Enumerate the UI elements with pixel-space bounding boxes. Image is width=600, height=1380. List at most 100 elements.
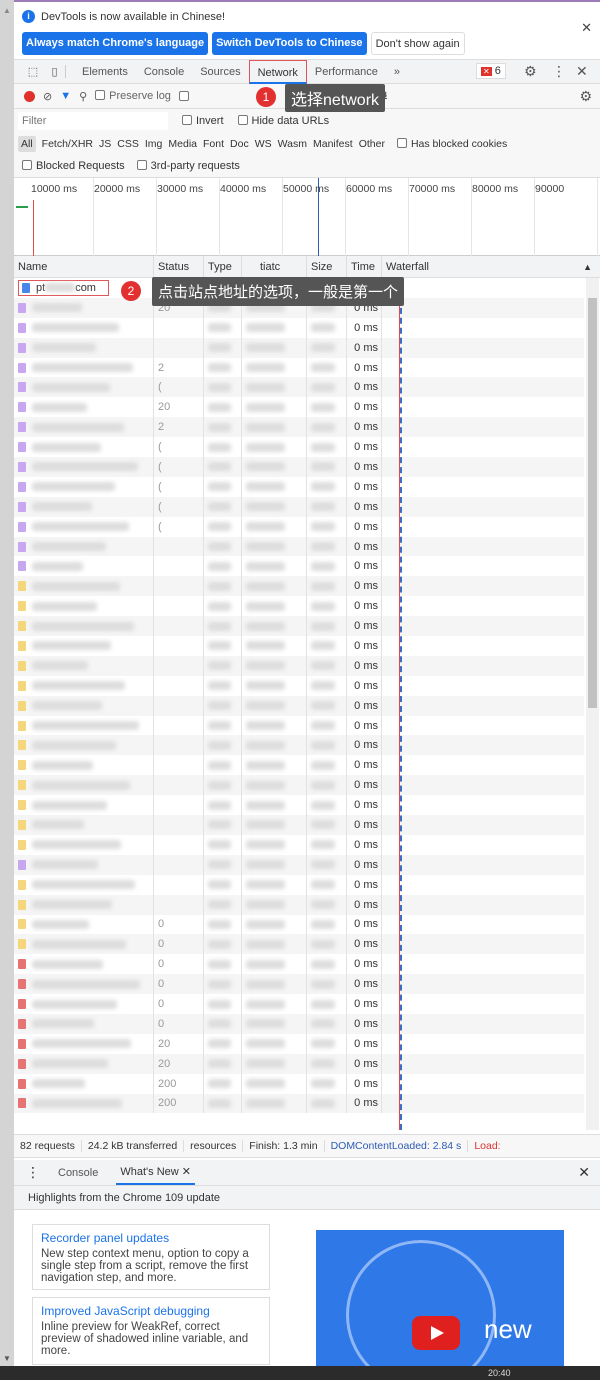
type-filter-ws[interactable]: WS (255, 138, 272, 150)
table-row[interactable]: 0 ms (14, 317, 584, 338)
table-row[interactable]: 0 0 ms (14, 974, 584, 995)
table-row[interactable]: (0 ms (14, 457, 584, 477)
type-filter-wasm[interactable]: Wasm (278, 138, 307, 150)
disable-cache-checkbox[interactable] (178, 91, 189, 101)
preserve-log-checkbox[interactable]: Preserve log (95, 90, 171, 102)
type-filter-css[interactable]: CSS (117, 138, 139, 150)
always-match-button[interactable]: Always match Chrome's language (22, 32, 209, 55)
dont-show-button[interactable]: Don't show again (370, 32, 465, 55)
table-row[interactable]: 20 0 ms (14, 397, 584, 418)
blocked-requests-checkbox[interactable]: Blocked Requests (22, 160, 125, 172)
table-row[interactable]: 20 0 ms (14, 1053, 584, 1074)
table-row[interactable]: 2 0 ms (14, 417, 584, 438)
sort-arrow-icon[interactable]: ▲ (583, 262, 592, 272)
tab-elements[interactable]: Elements (74, 60, 136, 84)
card-title[interactable]: Recorder panel updates (41, 1231, 261, 1245)
switch-chinese-button[interactable]: Switch DevTools to Chinese (212, 32, 367, 55)
drawer-tab-whats-new[interactable]: What's New ✕ (116, 1160, 195, 1185)
tab-console[interactable]: Console (136, 60, 192, 84)
drawer-tab-console[interactable]: Console (58, 1167, 98, 1179)
table-row[interactable]: 0 ms (14, 815, 584, 835)
network-settings-icon[interactable]: ⚙ (579, 88, 592, 105)
table-row[interactable]: 0 ms (14, 795, 584, 816)
type-filter-js[interactable]: JS (99, 138, 111, 150)
table-row[interactable]: (0 ms (14, 377, 584, 398)
col-time[interactable]: Time (347, 255, 382, 278)
close-devtools-icon[interactable]: ✕ (576, 63, 588, 80)
type-filter-font[interactable]: Font (203, 138, 224, 150)
col-size[interactable]: Size (307, 255, 347, 278)
table-row[interactable]: 0 ms (14, 536, 584, 557)
type-filter-doc[interactable]: Doc (230, 138, 249, 150)
table-row[interactable]: 200 0 ms (14, 1093, 584, 1114)
table-row[interactable]: 0 0 ms (14, 914, 584, 935)
table-row[interactable]: (0 ms (14, 437, 584, 458)
tab-performance[interactable]: Performance (307, 60, 386, 84)
type-filter-media[interactable]: Media (168, 138, 197, 150)
col-type[interactable]: Type (204, 255, 242, 278)
table-row[interactable]: 0 ms (14, 337, 584, 358)
type-filter-all[interactable]: All (18, 135, 36, 152)
table-row[interactable]: 0 ms (14, 775, 584, 796)
table-row[interactable]: 0 0 ms (14, 934, 584, 955)
third-party-checkbox[interactable]: 3rd-party requests (136, 160, 240, 172)
more-options-icon[interactable]: ⋮ (552, 63, 566, 80)
card-js-debugging[interactable]: Improved JavaScript debugging Inline pre… (32, 1297, 270, 1365)
hide-data-urls-checkbox[interactable]: Hide data URLs (237, 114, 329, 127)
col-name[interactable]: Name (14, 255, 154, 278)
error-badge[interactable]: ✕ 6 (476, 63, 506, 79)
scroll-up-icon[interactable]: ▲ (3, 6, 11, 15)
tab-sources[interactable]: Sources (192, 60, 248, 84)
device-toolbar-icon[interactable]: ▯ (44, 65, 66, 78)
more-tabs-icon[interactable]: » (386, 60, 408, 84)
has-blocked-cookies-checkbox[interactable]: Has blocked cookies (396, 137, 507, 150)
page-scrollbar[interactable]: ▲ ▼ (0, 0, 14, 1366)
table-row[interactable]: 0 ms (14, 556, 584, 577)
table-row[interactable]: 2 0 ms (14, 357, 584, 378)
table-row[interactable]: 0 ms (14, 735, 584, 756)
table-row[interactable]: 0 ms (14, 695, 584, 716)
close-tab-icon[interactable]: ✕ (182, 1166, 191, 1178)
card-title[interactable]: Improved JavaScript debugging (41, 1304, 261, 1318)
table-row[interactable]: 0 ms (14, 616, 584, 637)
table-row[interactable]: 0 ms (14, 636, 584, 656)
table-row[interactable]: (0 ms (14, 516, 584, 537)
settings-gear-icon[interactable]: ⚙ (524, 63, 537, 80)
table-row[interactable]: 0 ms (14, 874, 584, 895)
table-row[interactable]: 0 ms (14, 655, 584, 676)
table-row[interactable]: (0 ms (14, 476, 584, 497)
network-overview-timeline[interactable]: 10000 ms 20000 ms 30000 ms 40000 ms 50000 ms… (14, 178, 600, 256)
col-status[interactable]: Status (154, 255, 204, 278)
col-initiator[interactable]: tiatc (242, 255, 307, 278)
inspect-element-icon[interactable]: ⬚ (22, 65, 44, 78)
tab-network[interactable]: Network (248, 59, 307, 84)
filter-icon[interactable]: ▼ (60, 90, 71, 102)
table-row[interactable]: 0 0 ms (14, 954, 584, 975)
card-recorder[interactable]: Recorder panel updates New step context … (32, 1224, 270, 1290)
table-row[interactable]: 0 ms (14, 576, 584, 597)
drawer-menu-icon[interactable]: ⋮ (26, 1164, 40, 1181)
table-row[interactable]: (0 ms (14, 496, 584, 517)
type-filter-fetch[interactable]: Fetch/XHR (42, 138, 93, 150)
table-row[interactable]: 0 ms (14, 675, 584, 696)
whats-new-video-thumbnail[interactable]: new (316, 1230, 564, 1370)
close-drawer-icon[interactable]: ✕ (578, 1164, 590, 1181)
record-icon[interactable] (24, 90, 35, 102)
table-row[interactable]: 200 0 ms (14, 1073, 584, 1094)
table-row[interactable]: 0 0 ms (14, 1013, 584, 1034)
type-filter-other[interactable]: Other (359, 138, 385, 150)
close-infobar-icon[interactable]: ✕ (581, 20, 592, 36)
type-filter-img[interactable]: Img (145, 138, 163, 150)
clear-icon[interactable]: ⊘ (43, 90, 52, 103)
table-row[interactable]: 0 ms (14, 894, 584, 915)
play-icon[interactable] (412, 1316, 460, 1350)
invert-checkbox[interactable]: Invert (182, 114, 224, 127)
type-filter-manifest[interactable]: Manifest (313, 138, 353, 150)
col-waterfall[interactable]: Waterfall (382, 256, 572, 278)
table-row[interactable]: 0 ms (14, 715, 584, 736)
table-row[interactable]: 20 0 ms (14, 1033, 584, 1054)
table-row[interactable]: 0 0 ms (14, 994, 584, 1014)
table-row[interactable]: 0 ms (14, 834, 584, 855)
table-scrollbar[interactable] (586, 278, 599, 1130)
table-row[interactable]: 0 ms (14, 854, 584, 875)
